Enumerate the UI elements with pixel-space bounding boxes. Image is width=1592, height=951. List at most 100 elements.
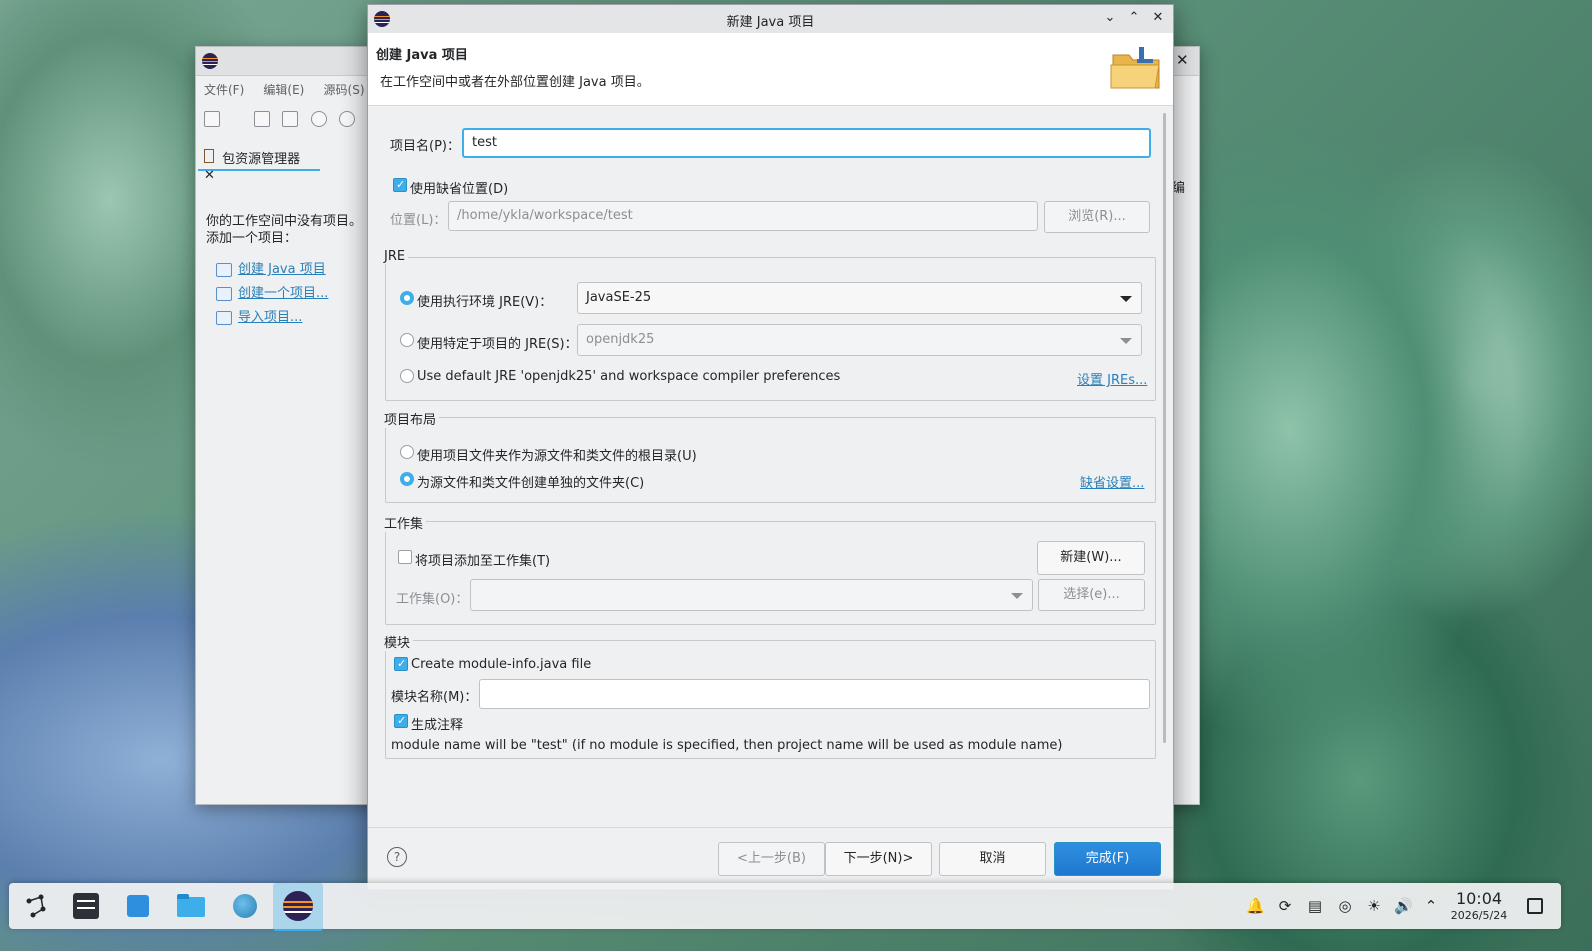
java-project-folder-icon	[1110, 47, 1160, 89]
new-icon[interactable]	[204, 111, 220, 127]
menu-source[interactable]: 源码(S)	[324, 83, 365, 97]
create-module-info-checkbox[interactable]	[394, 657, 408, 671]
notification-icon[interactable]: 🔔	[1246, 897, 1265, 915]
jre-execution-env-radio[interactable]	[400, 291, 414, 305]
jre-execution-env-combo[interactable]: JavaSE-25	[577, 282, 1142, 314]
jre-default-radio[interactable]	[400, 369, 414, 383]
scrollbar[interactable]	[1163, 113, 1166, 743]
working-set-label: 工作集(O)：	[396, 592, 469, 607]
menu-edit[interactable]: 编辑(E)	[263, 83, 304, 97]
dialog-titlebar[interactable]: 新建 Java 项目 ⌄ ⌃ ✕	[368, 5, 1173, 34]
empty-workspace-links: 创建 Java 项目 创建一个项目... 导入项目...	[216, 258, 328, 330]
jre-project-specific-value: openjdk25	[586, 332, 655, 347]
browse-button[interactable]: 浏览(R)...	[1044, 201, 1150, 233]
empty-text-line2: 添加一个项目：	[206, 231, 298, 246]
use-default-location-checkbox[interactable]	[393, 178, 407, 192]
link-create-java-project[interactable]: 创建 Java 项目	[238, 262, 326, 277]
working-set-group-title: 工作集	[384, 513, 427, 532]
close-icon[interactable]: ✕	[1150, 10, 1166, 26]
banner-title: 创建 Java 项目	[376, 48, 468, 63]
generate-comments-label: 生成注释	[411, 718, 464, 733]
project-name-input[interactable]: test	[462, 128, 1151, 158]
banner-description: 在工作空间中或者在外部位置创建 Java 项目。	[380, 75, 650, 90]
module-info-text: module name will be "test" (if no module…	[391, 738, 1063, 753]
maximize-icon[interactable]: ⌃	[1126, 10, 1142, 26]
menubar: 文件(F) 编辑(E) 源码(S)	[204, 81, 380, 98]
clock-date[interactable]: 2026/5/24	[1441, 909, 1517, 922]
volume-icon[interactable]: 🔊	[1394, 897, 1413, 915]
configure-jres-link[interactable]: 设置 JREs...	[1077, 369, 1147, 388]
eclipse-icon[interactable]	[273, 883, 323, 931]
chevron-down-icon	[1120, 296, 1132, 302]
package-icon	[204, 149, 214, 163]
empty-workspace-text: 你的工作空间中没有项目。 添加一个项目：	[206, 213, 362, 247]
close-tab-icon[interactable]: ✕	[204, 168, 215, 183]
web-browser-icon[interactable]	[226, 887, 264, 925]
use-default-location-label: 使用缺省位置(D)	[410, 182, 509, 197]
chevron-down-icon	[1011, 593, 1023, 599]
expand-tray-icon[interactable]: ⌃	[1422, 897, 1440, 915]
file-manager-icon[interactable]	[172, 887, 210, 925]
jre-default-label: Use default JRE 'openjdk25' and workspac…	[417, 369, 841, 384]
dropdown-icon[interactable]	[232, 113, 242, 127]
location-input[interactable]: /home/ykla/workspace/test	[448, 201, 1038, 231]
eclipse-logo-icon	[202, 53, 218, 69]
minimize-icon[interactable]: ⌄	[1102, 10, 1118, 26]
add-to-working-set-label: 将项目添加至工作集(T)	[415, 554, 551, 569]
import-project-icon	[216, 310, 232, 325]
empty-text-line1: 你的工作空间中没有项目。	[206, 214, 363, 229]
module-group-title: 模块	[384, 632, 414, 651]
update-icon[interactable]: ⟳	[1276, 897, 1294, 915]
jre-execution-env-value: JavaSE-25	[586, 290, 652, 305]
select-working-set-button[interactable]: 选择(e)...	[1038, 579, 1145, 611]
link-import-project[interactable]: 导入项目...	[238, 310, 302, 325]
jre-execution-env-label: 使用执行环境 JRE(V)：	[417, 295, 553, 310]
module-name-label: 模块名称(M)：	[391, 690, 478, 705]
show-desktop-icon[interactable]	[1527, 898, 1543, 914]
project-name-label: 项目名(P)：	[390, 139, 460, 154]
default-settings-link[interactable]: 缺省设置...	[1080, 472, 1144, 491]
undo-icon[interactable]	[310, 111, 327, 127]
layout-single-folder-radio[interactable]	[400, 445, 414, 459]
menu-file[interactable]: 文件(F)	[204, 83, 244, 97]
close-icon[interactable]: ✕	[1176, 51, 1189, 69]
jre-group-title: JRE	[384, 249, 409, 264]
clock-time[interactable]: 10:04	[1449, 889, 1509, 908]
dialog-banner: 创建 Java 项目 在工作空间中或者在外部位置创建 Java 项目。	[368, 33, 1173, 106]
add-to-working-set-checkbox[interactable]	[398, 550, 412, 564]
dialog-title: 新建 Java 项目	[726, 15, 815, 30]
layout-separate-folders-label: 为源文件和类文件创建单独的文件夹(C)	[417, 476, 645, 491]
cancel-button[interactable]: 取消	[939, 842, 1046, 876]
working-set-combo[interactable]	[470, 579, 1033, 611]
finish-button[interactable]: 完成(F)	[1054, 842, 1161, 876]
jre-project-specific-combo[interactable]: openjdk25	[577, 324, 1142, 356]
help-icon[interactable]: ?	[387, 847, 407, 867]
module-name-input[interactable]	[479, 679, 1150, 709]
create-module-info-label: Create module-info.java file	[411, 657, 592, 672]
discover-store-icon[interactable]	[119, 887, 157, 925]
project-layout-group-title: 项目布局	[384, 409, 440, 428]
footer-divider	[368, 827, 1173, 828]
new-java-project-dialog: 新建 Java 项目 ⌄ ⌃ ✕ 创建 Java 项目 在工作空间中或者在外部位…	[367, 4, 1174, 890]
new-java-project-icon	[216, 262, 232, 277]
jre-project-specific-radio[interactable]	[400, 333, 414, 347]
next-button[interactable]: 下一步(N)>	[825, 842, 932, 876]
layout-single-folder-label: 使用项目文件夹作为源文件和类文件的根目录(U)	[417, 449, 697, 464]
new-working-set-button[interactable]: 新建(W)...	[1037, 541, 1145, 575]
media-icon[interactable]: ◎	[1336, 897, 1354, 915]
back-button[interactable]: <上一步(B)	[718, 842, 825, 876]
taskbar: 🔔 ⟳ ▤ ◎ ☀ 🔊 ⌃ 10:04 2026/5/24	[9, 883, 1561, 931]
chevron-down-icon	[1120, 338, 1132, 344]
clipboard-icon[interactable]: ▤	[1306, 897, 1324, 915]
application-launcher-icon[interactable]	[17, 887, 55, 925]
link-create-project[interactable]: 创建一个项目...	[238, 286, 328, 301]
generate-comments-checkbox[interactable]	[394, 714, 408, 728]
redo-icon[interactable]	[338, 111, 355, 127]
system-settings-icon[interactable]	[67, 887, 105, 925]
brightness-icon[interactable]: ☀	[1365, 897, 1383, 915]
save-all-icon[interactable]	[282, 111, 299, 127]
layout-separate-folders-radio[interactable]	[400, 472, 414, 486]
save-icon[interactable]	[254, 111, 271, 127]
jre-project-specific-label: 使用特定于项目的 JRE(S)：	[417, 337, 578, 352]
tab-package-explorer[interactable]: 包资源管理器 ✕	[198, 143, 320, 183]
